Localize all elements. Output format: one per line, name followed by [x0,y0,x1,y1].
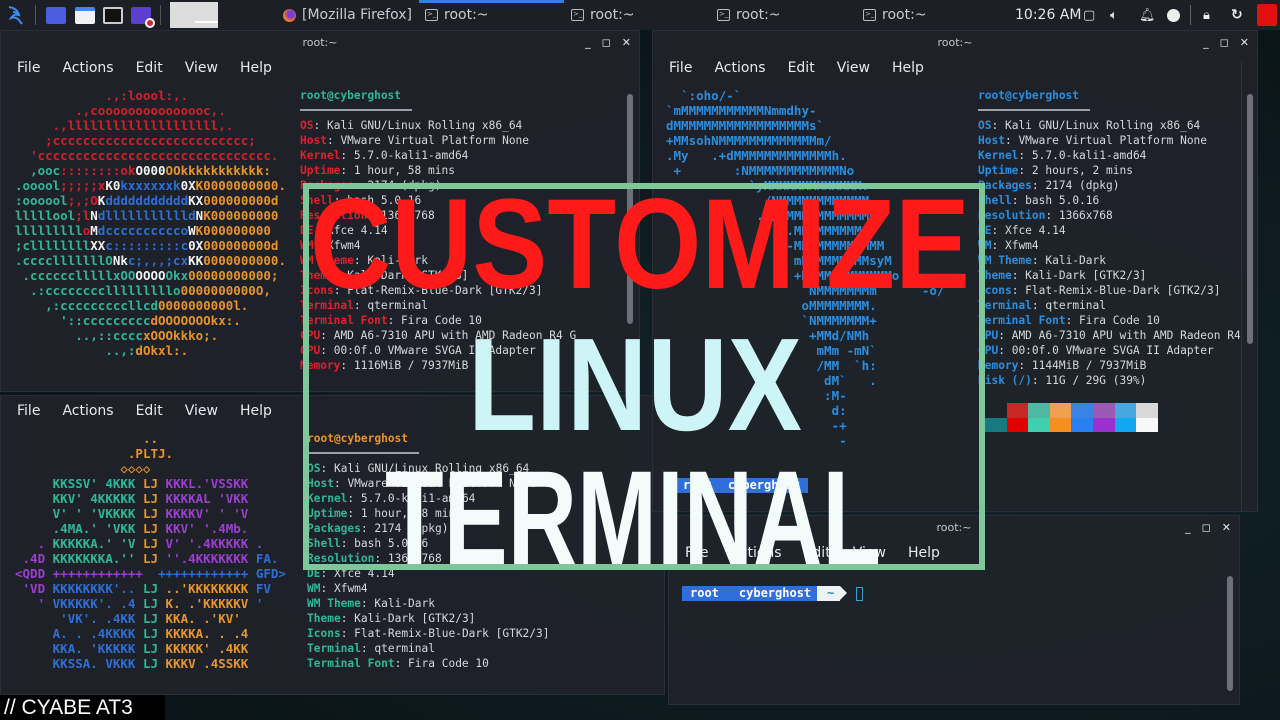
title-line-terminal: TERMINAL [385,444,881,593]
channel-caption: // CYABE AT3 [0,695,165,720]
thumbnail-title-overlay: CUSTOMIZE LINUX TERMINAL [303,173,985,593]
title-line-linux: LINUX [468,311,802,458]
title-line-customize: CUSTOMIZE [310,173,970,316]
